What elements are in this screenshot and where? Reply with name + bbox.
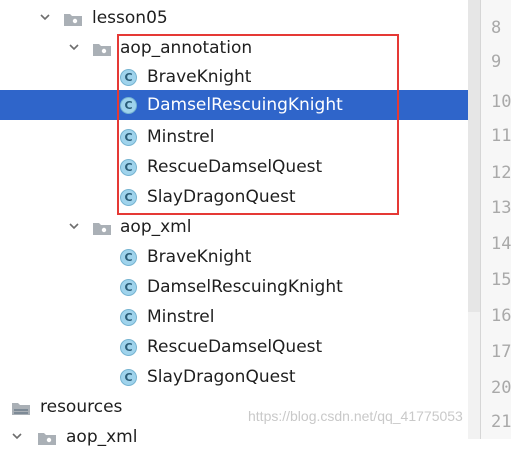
line-number: 9 <box>491 52 502 72</box>
tree-row-class[interactable]: C Minstrel <box>0 122 468 152</box>
tree-row-aop-annotation[interactable]: aop_annotation <box>0 33 468 63</box>
chevron-down-icon[interactable] <box>69 221 79 231</box>
class-icon: C <box>120 279 137 296</box>
chevron-down-icon[interactable] <box>40 12 50 22</box>
tree-row-class[interactable]: C RescueDamselQuest <box>0 152 468 182</box>
class-icon: C <box>120 309 137 326</box>
tree-label: BraveKnight <box>147 247 252 267</box>
class-icon: C <box>120 129 137 146</box>
tree-row-class[interactable]: C BraveKnight <box>0 242 468 272</box>
class-icon: C <box>120 189 137 206</box>
scrollbar-thumb[interactable] <box>468 0 480 312</box>
tree-label: SlayDragonQuest <box>147 367 296 387</box>
tree-row-aop-xml[interactable]: aop_xml <box>0 422 468 452</box>
tree-label: DamselRescuingKnight <box>147 277 343 297</box>
tree-label: Minstrel <box>147 307 215 327</box>
editor-line-gutter: 8 9 10 11 12 13 14 15 16 17 20 21 <box>480 0 511 439</box>
package-folder-icon <box>93 44 111 56</box>
line-number: 17 <box>491 342 511 362</box>
tree-label: RescueDamselQuest <box>147 157 323 177</box>
tree-label: DamselRescuingKnight <box>147 95 343 115</box>
tree-row-class[interactable]: C Minstrel <box>0 302 468 332</box>
tree-label: lesson05 <box>92 8 168 28</box>
project-tree: lesson05 aop_annotation C BraveKnight C … <box>0 0 468 447</box>
tree-label: resources <box>40 397 123 417</box>
line-number: 14 <box>491 234 511 254</box>
line-number: 21 <box>491 412 511 432</box>
tree-row-aop-xml[interactable]: aop_xml <box>0 212 468 242</box>
tree-row-class[interactable]: C SlayDragonQuest <box>0 362 468 392</box>
package-folder-icon <box>93 223 111 235</box>
resources-folder-icon <box>12 403 30 415</box>
chevron-down-icon[interactable] <box>12 431 22 441</box>
line-number: 8 <box>491 18 502 38</box>
class-icon: C <box>120 69 137 86</box>
line-number: 20 <box>491 378 511 398</box>
tree-label: BraveKnight <box>147 67 252 87</box>
line-number: 15 <box>491 270 511 290</box>
tree-label: aop_xml <box>66 427 138 447</box>
line-number: 12 <box>491 163 511 183</box>
line-number: 13 <box>491 198 511 218</box>
class-icon: C <box>120 159 137 176</box>
class-icon: C <box>120 249 137 266</box>
line-number: 11 <box>491 126 511 146</box>
tree-row-class-selected[interactable]: C DamselRescuingKnight <box>0 90 468 120</box>
tree-row-class[interactable]: C DamselRescuingKnight <box>0 272 468 302</box>
tree-label: Minstrel <box>147 127 215 147</box>
tree-label: SlayDragonQuest <box>147 187 296 207</box>
tree-row-lesson05[interactable]: lesson05 <box>0 3 468 33</box>
tree-label: RescueDamselQuest <box>147 337 323 357</box>
tree-row-class[interactable]: C RescueDamselQuest <box>0 332 468 362</box>
tree-label: aop_annotation <box>120 38 253 58</box>
tree-row-class[interactable]: C BraveKnight <box>0 62 468 92</box>
tree-row-class[interactable]: C SlayDragonQuest <box>0 182 468 212</box>
class-icon: C <box>120 339 137 356</box>
package-folder-icon <box>64 14 82 26</box>
line-number: 16 <box>491 306 511 326</box>
chevron-down-icon[interactable] <box>69 42 79 52</box>
line-number: 10 <box>491 92 511 112</box>
class-icon: C <box>120 97 137 114</box>
watermark: https://blog.csdn.net/qq_41775053 <box>248 408 463 424</box>
class-icon: C <box>120 369 137 386</box>
tree-label: aop_xml <box>120 217 192 237</box>
